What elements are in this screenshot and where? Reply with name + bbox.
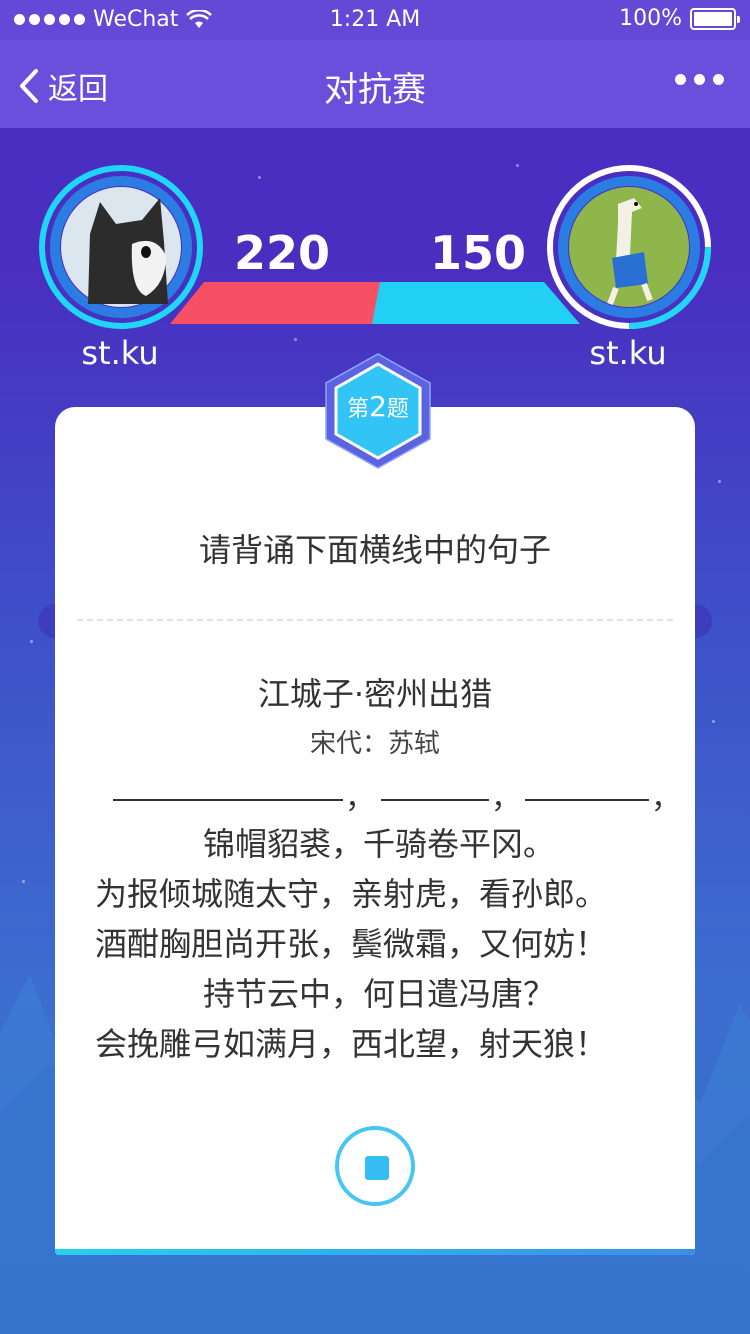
status-bar: WeChat 1:21 AM 100% bbox=[0, 0, 750, 40]
poem-line: 持节云中，何日遣冯唐？ bbox=[203, 975, 556, 1013]
badge-number: 2 bbox=[369, 390, 387, 423]
poem-title: 江城子·密州出猎 bbox=[257, 675, 493, 713]
stop-recording-button[interactable] bbox=[335, 1126, 415, 1206]
battery-icon bbox=[690, 7, 740, 30]
poem-line: 会挽雕弓如满月，西北望，射天狼！ bbox=[95, 1025, 608, 1063]
player-right-name: st.ku bbox=[589, 334, 667, 372]
player-left-score-bar bbox=[170, 282, 384, 324]
blank-comma: ， bbox=[345, 781, 375, 816]
page-title: 对抗赛 bbox=[324, 70, 426, 110]
question-number-label: 第2题 bbox=[322, 390, 434, 423]
player-left-name: st.ku bbox=[81, 334, 159, 372]
card-divider bbox=[77, 619, 673, 621]
navigation-bar: 返回 对抗赛 bbox=[0, 40, 750, 128]
player-right-score: 150 bbox=[430, 226, 527, 280]
blank-comma: ， bbox=[651, 781, 681, 816]
question-prompt: 请背诵下面横线中的句子 bbox=[198, 531, 551, 569]
poem-line: 酒酣胸胆尚开张，鬓微霜，又何妨！ bbox=[95, 925, 608, 963]
answer-blank-1[interactable] bbox=[113, 775, 343, 805]
badge-prefix: 第 bbox=[347, 397, 370, 422]
card-progress-line bbox=[55, 1249, 695, 1255]
poem-author: 宋代：苏轼 bbox=[309, 729, 440, 759]
answer-blank-3[interactable] bbox=[525, 775, 649, 805]
poem-line: 为报倾城随太守，亲射虎，看孙郎。 bbox=[95, 875, 608, 913]
player-left-score: 220 bbox=[234, 226, 331, 280]
answer-blank-2[interactable] bbox=[381, 775, 489, 805]
player-right-avatar[interactable] bbox=[546, 164, 712, 330]
poem-line: 锦帽貂裘，千骑卷平冈。 bbox=[203, 825, 556, 863]
battery-percent: 100% bbox=[619, 6, 682, 31]
stop-icon bbox=[365, 1156, 389, 1180]
badge-suffix: 题 bbox=[386, 397, 409, 422]
blank-comma: ， bbox=[491, 781, 521, 816]
more-options-button[interactable] bbox=[675, 74, 724, 85]
